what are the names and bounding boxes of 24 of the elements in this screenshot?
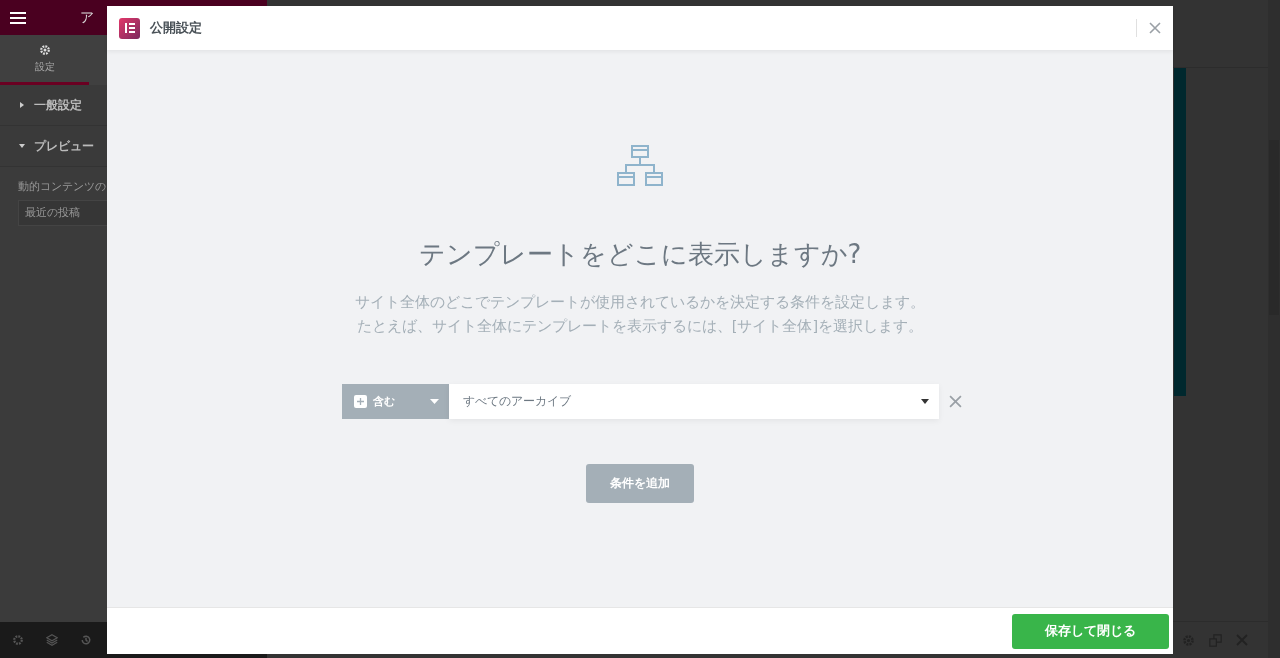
menu-icon[interactable] <box>10 11 26 24</box>
panel-title: ア <box>80 8 94 27</box>
close-icon[interactable] <box>1149 22 1161 34</box>
description-text: たとえば、サイト全体にテンプレートを表示するには、[サイト全体]を選択します。 <box>356 317 924 336</box>
add-condition-button[interactable]: 条件を追加 <box>586 464 694 503</box>
include-dropdown[interactable]: 含む <box>342 384 449 419</box>
logo-icon <box>119 17 140 39</box>
plus-icon <box>354 395 367 408</box>
history-icon[interactable] <box>80 634 92 646</box>
caret-icon <box>921 399 929 404</box>
caret-icon <box>18 142 26 150</box>
archive-dropdown[interactable]: すべてのアーカイブ <box>449 384 939 419</box>
layers-icon[interactable] <box>46 634 58 646</box>
dialog-heading: テンプレートをどこに表示しますか? <box>418 238 862 271</box>
field-label: 動的コンテンツの <box>17 179 107 195</box>
caret-icon <box>18 101 26 109</box>
caret-icon <box>430 399 439 404</box>
sitemap-icon <box>617 145 663 187</box>
remove-icon[interactable] <box>949 395 962 408</box>
description-text: サイト全体のどこでテンプレートが使用されているかを決定する条件を設定します。 <box>355 293 925 312</box>
gear-icon <box>38 43 51 56</box>
settings-icon[interactable] <box>12 634 24 646</box>
save-and-close-button[interactable]: 保存して閉じる <box>1012 613 1169 649</box>
dialog-title: 公開設定 <box>150 19 202 37</box>
